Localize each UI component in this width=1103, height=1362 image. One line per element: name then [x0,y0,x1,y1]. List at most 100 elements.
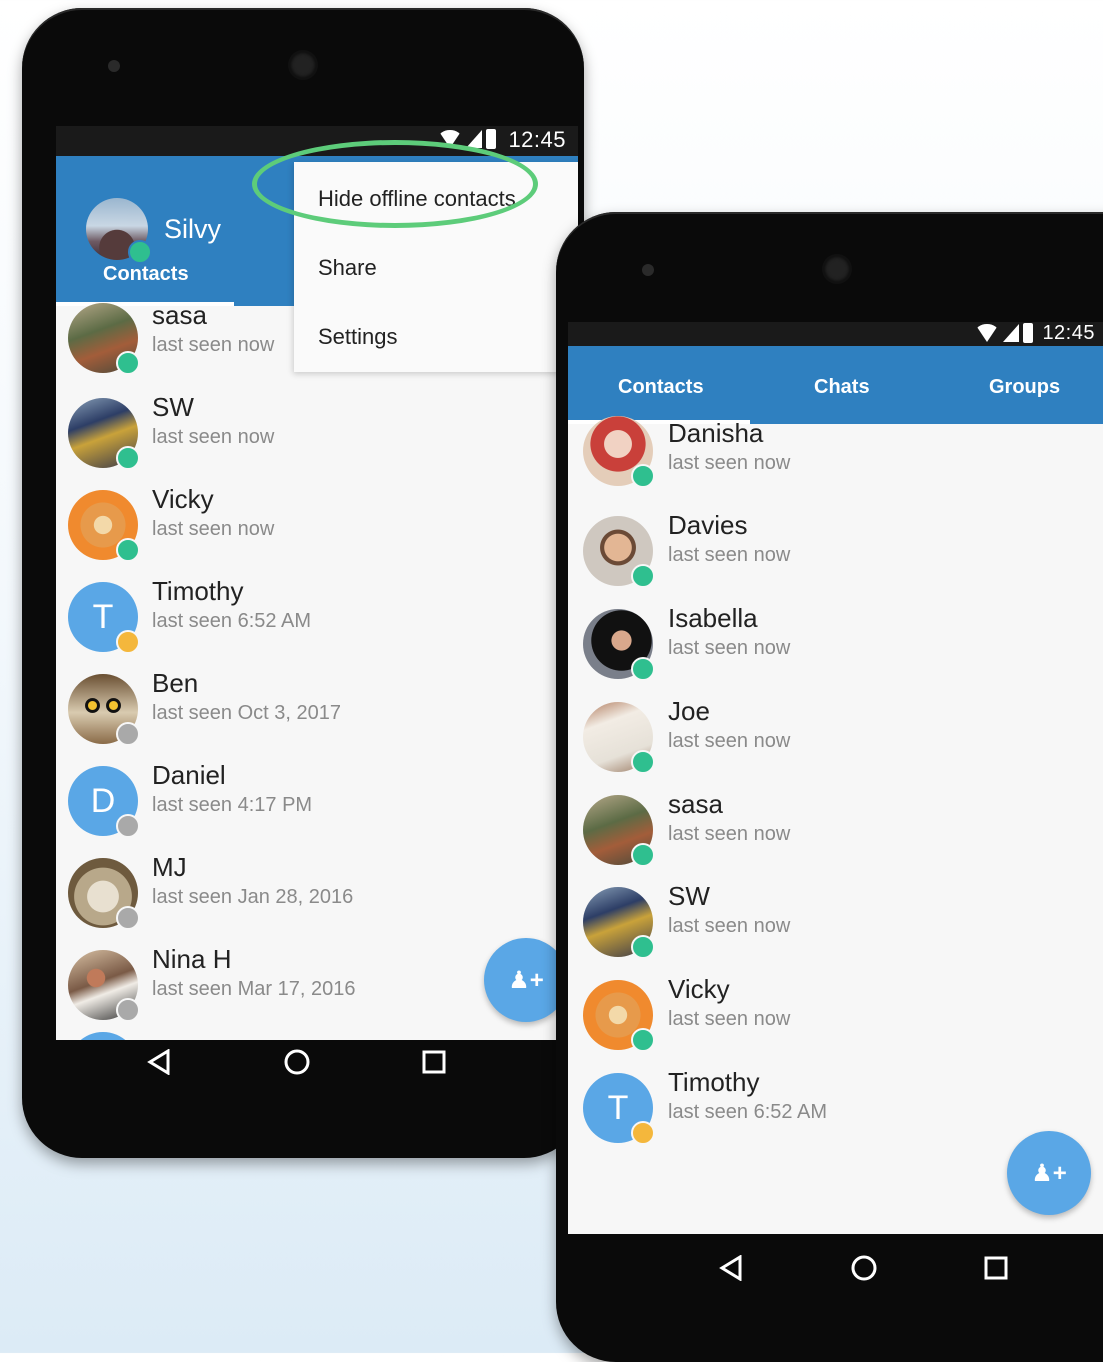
tab-contacts[interactable]: Contacts [103,263,189,286]
contact-last-seen: last seen now [152,334,275,356]
contact-item[interactable]: Danisha last seen now [568,416,1103,516]
front-camera [290,52,316,78]
status-time: 12:45 [1042,322,1095,344]
profile-name[interactable]: Silvy [164,214,221,245]
contact-item[interactable]: MJ last seen Jan 28, 2016 [56,852,578,950]
online-status-dot [631,843,655,867]
add-person-icon: ♟+ [1031,1159,1067,1187]
contact-last-seen: last seen now [668,544,791,566]
contact-avatar [68,1032,138,1040]
online-status-dot [116,446,140,470]
online-status-dot [631,750,655,774]
contact-name: Isabella [668,603,758,633]
home-icon[interactable] [850,1254,878,1282]
contact-last-seen: last seen 6:52 AM [152,610,311,632]
status-time: 12:45 [508,127,566,152]
contact-name: Vicky [152,484,214,514]
contact-avatar [68,490,140,562]
contact-last-seen: last seen now [152,426,275,448]
contact-avatar [583,980,655,1052]
recent-apps-icon[interactable] [422,1050,446,1074]
offline-status-dot [116,906,140,930]
tab-groups[interactable]: Groups [989,376,1060,399]
contact-avatar: T [583,1073,655,1145]
online-status-dot [631,464,655,488]
contact-item[interactable]: D Daniel last seen 4:17 PM [56,760,578,858]
online-status-dot [631,935,655,959]
contact-last-seen: last seen 6:52 AM [668,1101,827,1123]
profile-avatar[interactable] [86,198,152,264]
contact-item[interactable]: SW last seen now [56,392,578,490]
add-contact-button[interactable]: ♟+ [1007,1131,1091,1215]
offline-status-dot [116,998,140,1022]
contact-name: Nina H [152,944,232,974]
online-status-dot [631,1028,655,1052]
phone-right: 12:45 Contacts Chats Groups Danisha last… [556,212,1103,1362]
contact-item[interactable]: Davies last seen now [568,510,1103,608]
contact-item[interactable]: Joe last seen now [568,696,1103,794]
online-status-dot [116,351,140,375]
contact-item[interactable]: Isabella last seen now [568,603,1103,701]
away-status-dot [631,1121,655,1145]
contact-last-seen: last seen now [668,637,791,659]
contact-item-partial[interactable] [56,1032,578,1040]
contact-name: SW [668,881,710,911]
contact-item[interactable]: SW last seen now [568,881,1103,979]
sensor-dot [642,264,654,276]
battery-icon [486,129,496,149]
contact-name: Timothy [152,576,244,606]
back-icon[interactable] [718,1255,744,1281]
back-icon[interactable] [146,1049,172,1075]
menu-item-settings[interactable]: Settings [318,324,398,350]
add-person-icon: ♟+ [508,966,544,994]
contact-avatar: T [68,582,140,654]
contact-last-seen: last seen now [668,1008,791,1030]
away-status-dot [116,630,140,654]
sensor-dot [108,60,120,72]
contact-avatar [583,887,655,959]
contact-item[interactable]: Ben last seen Oct 3, 2017 [56,668,578,766]
contact-last-seen: last seen now [668,730,791,752]
online-status-dot [631,657,655,681]
contact-name: MJ [152,852,187,882]
online-status-dot [631,564,655,588]
contact-item[interactable]: T Timothy last seen 6:52 AM [56,576,578,674]
contact-last-seen: last seen Oct 3, 2017 [152,702,342,724]
contact-name: Davies [668,510,748,540]
contact-last-seen: last seen now [668,452,791,474]
screen-left: 12:45 Silvy Contacts sasa last seen now [56,126,578,1040]
contact-item[interactable]: sasa last seen now [568,789,1103,887]
contact-item[interactable]: Vicky last seen now [56,484,578,582]
signal-icon [1003,324,1019,342]
contact-item[interactable]: Vicky last seen now [568,974,1103,1072]
contact-name: Vicky [668,974,730,1004]
front-camera [824,256,850,282]
online-status-dot [128,240,152,264]
nav-bar [718,1254,1008,1282]
screen-right: 12:45 Contacts Chats Groups Danisha last… [568,322,1103,1234]
contact-avatar: D [68,766,140,838]
home-icon[interactable] [283,1048,311,1076]
contact-name: sasa [152,300,207,330]
contact-name: Daniel [152,760,226,790]
menu-item-share[interactable]: Share [318,255,377,281]
highlight-ring [252,140,538,228]
contact-avatar [583,609,655,681]
tab-contacts[interactable]: Contacts [618,376,704,399]
contact-name: Danisha [668,418,764,448]
contact-avatar [68,858,140,930]
recent-apps-icon[interactable] [984,1256,1008,1280]
status-bar: 12:45 [568,322,1103,346]
contact-last-seen: last seen now [668,823,791,845]
contact-name: Ben [152,668,199,698]
contact-avatar [583,516,655,588]
offline-status-dot [116,814,140,838]
offline-status-dot [116,722,140,746]
nav-bar [146,1048,446,1076]
tab-chats[interactable]: Chats [814,376,870,399]
contact-name: SW [152,392,194,422]
contact-avatar [583,702,655,774]
contact-avatar [68,303,140,375]
contact-avatar [68,398,140,470]
contact-last-seen: last seen Mar 17, 2016 [152,978,356,1000]
